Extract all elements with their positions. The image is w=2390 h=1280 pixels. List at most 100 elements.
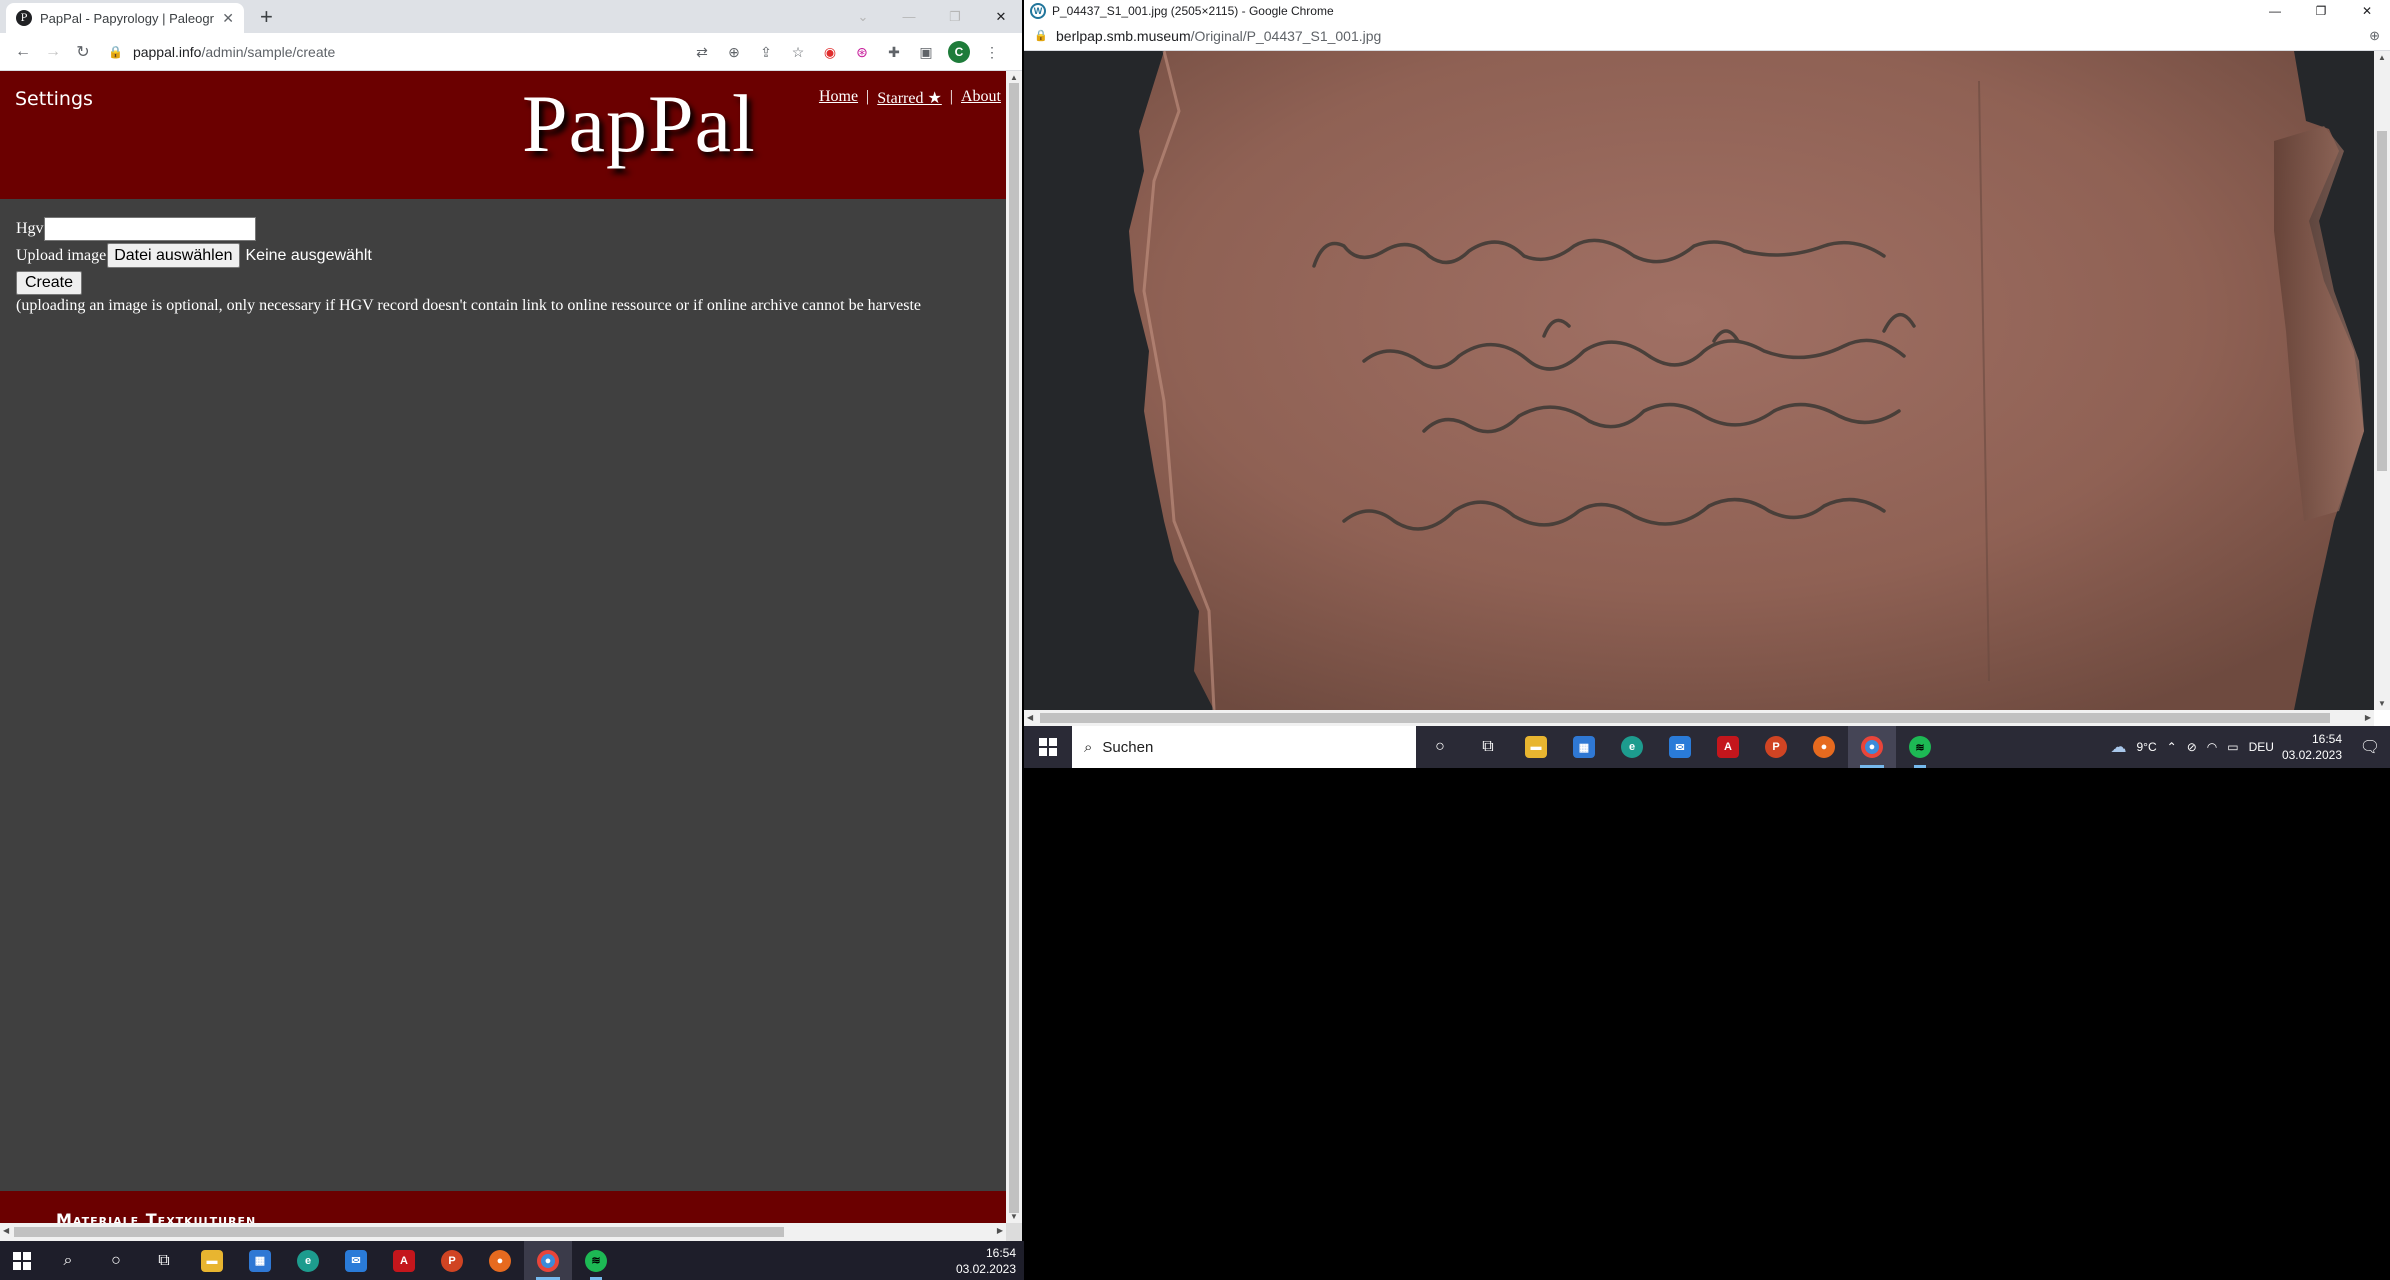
chevron-up-icon[interactable]: ⌃	[2167, 740, 2177, 754]
right-address-bar[interactable]: 🔒 berlpap.smb.museum/Original/P_04437_S1…	[1024, 22, 2390, 51]
file-explorer-icon[interactable]: ▬	[188, 1241, 236, 1280]
back-icon[interactable]: ←	[8, 43, 38, 61]
lock-icon: 🔒	[1034, 30, 1048, 42]
store-icon[interactable]: ▦	[1560, 726, 1608, 768]
powerpoint-icon[interactable]: P	[428, 1241, 476, 1280]
file-status-text: Keine ausgewählt	[245, 246, 372, 264]
language-indicator[interactable]: DEU	[2249, 740, 2274, 754]
windows-logo-icon	[1039, 738, 1057, 756]
clock-right[interactable]: 16:54 03.02.2023	[2274, 731, 2350, 763]
notification-icon[interactable]: 🗨	[2350, 726, 2390, 768]
extensions-puzzle-icon[interactable]: ✚	[884, 42, 904, 62]
task-view-icon[interactable]: ⧉	[140, 1241, 188, 1280]
right-title-bar: W P_04437_S1_001.jpg (2505×2115) - Googl…	[1024, 0, 2390, 22]
clock-left[interactable]: 16:54 03.02.2023	[948, 1245, 1024, 1277]
spotify-icon[interactable]: ≋	[572, 1241, 620, 1280]
close-window-icon[interactable]: ✕	[2344, 0, 2390, 22]
mail-icon[interactable]: ✉	[332, 1241, 380, 1280]
file-explorer-icon[interactable]: ▬	[1512, 726, 1560, 768]
right-vertical-scrollbar[interactable]: ▲ ▼	[2374, 51, 2390, 710]
restore-icon[interactable]: ❐	[2298, 0, 2344, 22]
firefox-icon[interactable]: ●	[476, 1241, 524, 1280]
site-footer: Materiale Textkulturen	[0, 1191, 1006, 1223]
clock-date: 03.02.2023	[2281, 748, 2342, 762]
vertical-scrollbar[interactable]: ▲ ▼	[1006, 71, 1022, 1223]
cortana-icon[interactable]: ○	[1416, 726, 1464, 768]
right-vertical-scroll-thumb[interactable]	[2377, 131, 2387, 471]
reload-icon[interactable]: ↻	[68, 42, 98, 62]
battery-icon[interactable]: ▭	[2227, 740, 2238, 754]
spotify-icon[interactable]: ≋	[1896, 726, 1944, 768]
hgv-input[interactable]	[43, 216, 256, 241]
menu-kebab-icon[interactable]: ⋮	[982, 42, 1002, 62]
side-panel-icon[interactable]: ▣	[916, 42, 936, 62]
bookmark-star-icon[interactable]: ☆	[788, 42, 808, 62]
clock-time: 16:54	[2311, 732, 2342, 746]
lock-icon: 🔒	[108, 45, 123, 59]
share-icon[interactable]: ⇪	[756, 42, 776, 62]
minimize-icon[interactable]: —	[2252, 0, 2298, 22]
start-button[interactable]	[1024, 726, 1072, 768]
acrobat-icon[interactable]: A	[380, 1241, 428, 1280]
weather-cloud-icon[interactable]: ☁	[2111, 737, 2127, 757]
firefox-icon[interactable]: ●	[1800, 726, 1848, 768]
restore-icon[interactable]: ❐	[932, 0, 978, 33]
right-window-title: P_04437_S1_001.jpg (2505×2115) - Google …	[1052, 4, 1334, 18]
nav-about-link[interactable]: About	[961, 88, 1001, 108]
top-nav: Home | Starred ★ | About	[819, 88, 1001, 108]
close-tab-icon[interactable]: ✕	[222, 10, 234, 27]
mail-icon[interactable]: ✉	[1656, 726, 1704, 768]
task-view-icon[interactable]: ⧉	[1464, 726, 1512, 768]
upload-note: (uploading an image is optional, only ne…	[16, 297, 921, 314]
cortana-icon[interactable]: ○	[92, 1241, 140, 1280]
tab-search-icon[interactable]: ⌄	[840, 0, 886, 33]
footer-logo-text: Materiale Textkulturen	[56, 1210, 257, 1223]
minimize-icon[interactable]: —	[886, 0, 932, 33]
weather-temp[interactable]: 9°C	[2137, 740, 2157, 754]
right-browser-window: W P_04437_S1_001.jpg (2505×2115) - Googl…	[1024, 0, 2390, 726]
nav-starred-link[interactable]: Starred ★	[877, 88, 942, 108]
nav-separator: |	[949, 88, 953, 105]
nav-separator: |	[866, 88, 870, 105]
edge-icon[interactable]: e	[284, 1241, 332, 1280]
ostracon-image[interactable]	[1024, 51, 2374, 710]
tab-strip: P PapPal - Papyrology | Paleography ✕ + …	[0, 0, 1022, 33]
close-window-icon[interactable]: ✕	[978, 0, 1022, 33]
windows-logo-icon	[13, 1251, 31, 1270]
right-horizontal-scroll-thumb[interactable]	[1040, 713, 2330, 723]
wordpress-favicon-icon: W	[1030, 3, 1046, 19]
vertical-scroll-thumb[interactable]	[1009, 83, 1019, 1213]
horizontal-scroll-thumb[interactable]	[14, 1227, 784, 1237]
forward-icon[interactable]: →	[38, 43, 68, 61]
horizontal-scrollbar[interactable]: ◀ ▶	[0, 1223, 1006, 1241]
tab-pappal[interactable]: P PapPal - Papyrology | Paleography ✕	[6, 3, 244, 33]
powerpoint-icon[interactable]: P	[1752, 726, 1800, 768]
new-tab-icon[interactable]: +	[260, 4, 273, 30]
search-icon[interactable]: ⌕	[44, 1241, 92, 1280]
extension-red-icon[interactable]: ◉	[820, 42, 840, 62]
settings-link[interactable]: Settings	[15, 88, 93, 110]
wifi-icon[interactable]: ◠	[2207, 740, 2217, 754]
start-button[interactable]	[0, 1241, 44, 1280]
create-sample-form: Hgv Upload image Datei auswählen Keine a…	[16, 215, 921, 315]
acrobat-icon[interactable]: A	[1704, 726, 1752, 768]
choose-file-button[interactable]: Datei auswählen	[107, 243, 240, 268]
profile-avatar[interactable]: C	[948, 41, 970, 63]
right-horizontal-scrollbar[interactable]: ◀ ▶	[1024, 710, 2374, 726]
edge-icon[interactable]: e	[1608, 726, 1656, 768]
extension-pink-icon[interactable]: ⊛	[852, 42, 872, 62]
network-off-icon[interactable]: ⊘	[2187, 740, 2197, 754]
url-text: pappal.info/admin/sample/create	[132, 44, 336, 60]
zoom-icon[interactable]: ⊕	[724, 42, 744, 62]
left-browser-window: P PapPal - Papyrology | Paleography ✕ + …	[0, 0, 1022, 1241]
taskbar-left: ⌕ ○ ⧉ ▬ ▦ e ✉ A P ● ● ≋ 16:54 03.02.2023	[0, 1241, 1024, 1280]
address-bar[interactable]: 🔒 pappal.info/admin/sample/create	[108, 38, 688, 66]
store-icon[interactable]: ▦	[236, 1241, 284, 1280]
chrome-icon[interactable]: ●	[524, 1241, 572, 1280]
nav-home-link[interactable]: Home	[819, 88, 858, 108]
zoom-icon[interactable]: ⊕	[2369, 28, 2380, 44]
chrome-icon[interactable]: ●	[1848, 726, 1896, 768]
translate-icon[interactable]: ⇄	[692, 42, 712, 62]
taskbar-search-box[interactable]: ⌕ Suchen	[1072, 726, 1416, 768]
create-button[interactable]: Create	[16, 270, 83, 295]
